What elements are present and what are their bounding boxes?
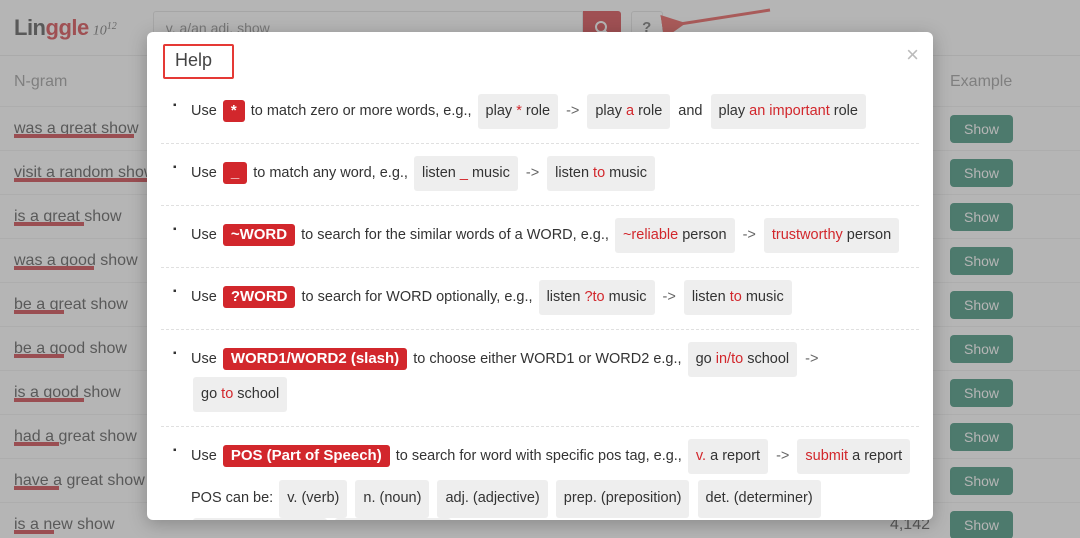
modal-body: Use * to match zero or more words, e.g.,… <box>147 80 933 520</box>
help-rule: Use POS (Part of Speech) to search for w… <box>161 427 919 520</box>
help-rule: Use * to match zero or more words, e.g.,… <box>161 82 919 144</box>
example-chip: listen ?to music <box>539 280 655 315</box>
pos-tag-chip: v. (verb) <box>279 480 347 518</box>
pos-tags-line: POS can be: v. (verb) n. (noun) adj. (ad… <box>191 480 919 520</box>
example-chip: go to school <box>193 377 287 412</box>
arrow-icon: -> <box>566 103 579 119</box>
example-chip: go in/to school <box>688 342 798 377</box>
help-rule: Use _ to match any word, e.g., listen _ … <box>161 144 919 206</box>
pos-tag-chip: det. (determiner) <box>698 480 821 518</box>
syntax-token: ?WORD <box>223 286 296 308</box>
help-rule: Use ~WORD to search for the similar word… <box>161 206 919 268</box>
modal-overlay[interactable]: Help × Use * to match zero or more words… <box>0 0 1080 538</box>
arrow-icon: -> <box>805 351 818 367</box>
pos-tag-chip: adj. (adjective) <box>437 480 547 518</box>
pos-tag-chip: n. (noun) <box>355 480 429 518</box>
syntax-token: _ <box>223 162 247 184</box>
arrow-icon: -> <box>526 165 539 181</box>
example-chip: submit a report <box>797 439 910 474</box>
example-chip: play * role <box>478 94 559 129</box>
help-rule: Use ?WORD to search for WORD optionally,… <box>161 268 919 330</box>
and-text: and <box>678 103 702 119</box>
example-chip: listen to music <box>547 156 655 191</box>
arrow-icon: -> <box>776 448 789 464</box>
example-chip: v. a report <box>688 439 768 474</box>
help-rule: Use WORD1/WORD2 (slash) to choose either… <box>161 330 919 427</box>
pos-tag-chip: conj. (conjunction) <box>193 518 327 520</box>
help-modal: Help × Use * to match zero or more words… <box>147 32 933 520</box>
pos-tag-chip: prep. (preposition) <box>556 480 690 518</box>
example-chip: trustworthy person <box>764 218 899 253</box>
syntax-token: ~WORD <box>223 224 295 246</box>
modal-header: Help × <box>147 32 933 80</box>
syntax-token: * <box>223 100 245 122</box>
syntax-token: WORD1/WORD2 (slash) <box>223 348 407 370</box>
example-chip: listen _ music <box>414 156 518 191</box>
pos-tag-chip: pron. (pronoun) <box>335 518 451 520</box>
example-chip: ~reliable person <box>615 218 735 253</box>
example-chip: play an important role <box>711 94 866 129</box>
arrow-icon: -> <box>743 227 756 243</box>
syntax-token: POS (Part of Speech) <box>223 445 390 467</box>
example-chip: listen to music <box>684 280 792 315</box>
close-button[interactable]: × <box>906 42 919 68</box>
help-title: Help <box>163 44 234 79</box>
arrow-icon: -> <box>663 289 676 305</box>
example-chip: play a role <box>587 94 670 129</box>
